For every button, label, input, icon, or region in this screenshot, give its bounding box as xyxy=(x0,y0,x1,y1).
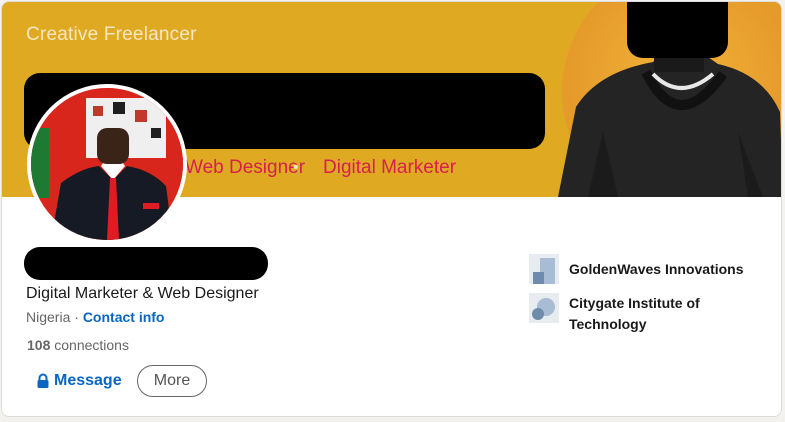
banner-tagline: Creative Freelancer xyxy=(26,24,197,45)
banner-role-separator: • xyxy=(293,159,299,176)
banner-role-web-designer: Web Designer xyxy=(185,157,306,178)
profile-location-line: Nigeria · Contact info xyxy=(26,309,164,325)
connections-label: connections xyxy=(50,337,129,353)
lock-icon xyxy=(37,373,49,388)
banner-role-digital-marketer: Digital Marketer xyxy=(323,157,457,178)
org-item-company[interactable]: GoldenWaves Innovations xyxy=(529,254,744,284)
more-button-label: More xyxy=(153,372,191,389)
org-name-company: GoldenWaves Innovations xyxy=(569,261,744,277)
profile-headline: Digital Marketer & Web Designer xyxy=(26,285,259,302)
school-logo-icon xyxy=(529,293,559,323)
org-item-school[interactable]: Citygate Institute of Technology xyxy=(529,293,719,335)
more-button[interactable]: More xyxy=(137,365,207,397)
avatar-photo xyxy=(31,88,183,240)
message-button[interactable]: Message xyxy=(30,366,128,396)
profile-avatar[interactable] xyxy=(27,84,187,244)
message-button-label: Message xyxy=(54,372,122,389)
profile-top-card: Creative Freelancer Web Designer • Digit… xyxy=(1,1,782,417)
redacted-profile-name xyxy=(24,247,268,280)
profile-connections[interactable]: 108 connections xyxy=(27,337,129,353)
profile-location: Nigeria xyxy=(26,309,71,325)
connections-count: 108 xyxy=(27,337,51,353)
company-logo-icon xyxy=(529,254,559,284)
contact-info-link[interactable]: Contact info xyxy=(83,309,165,325)
location-separator: · xyxy=(70,309,83,325)
redacted-face xyxy=(627,2,728,58)
org-name-school: Citygate Institute of Technology xyxy=(569,295,700,332)
